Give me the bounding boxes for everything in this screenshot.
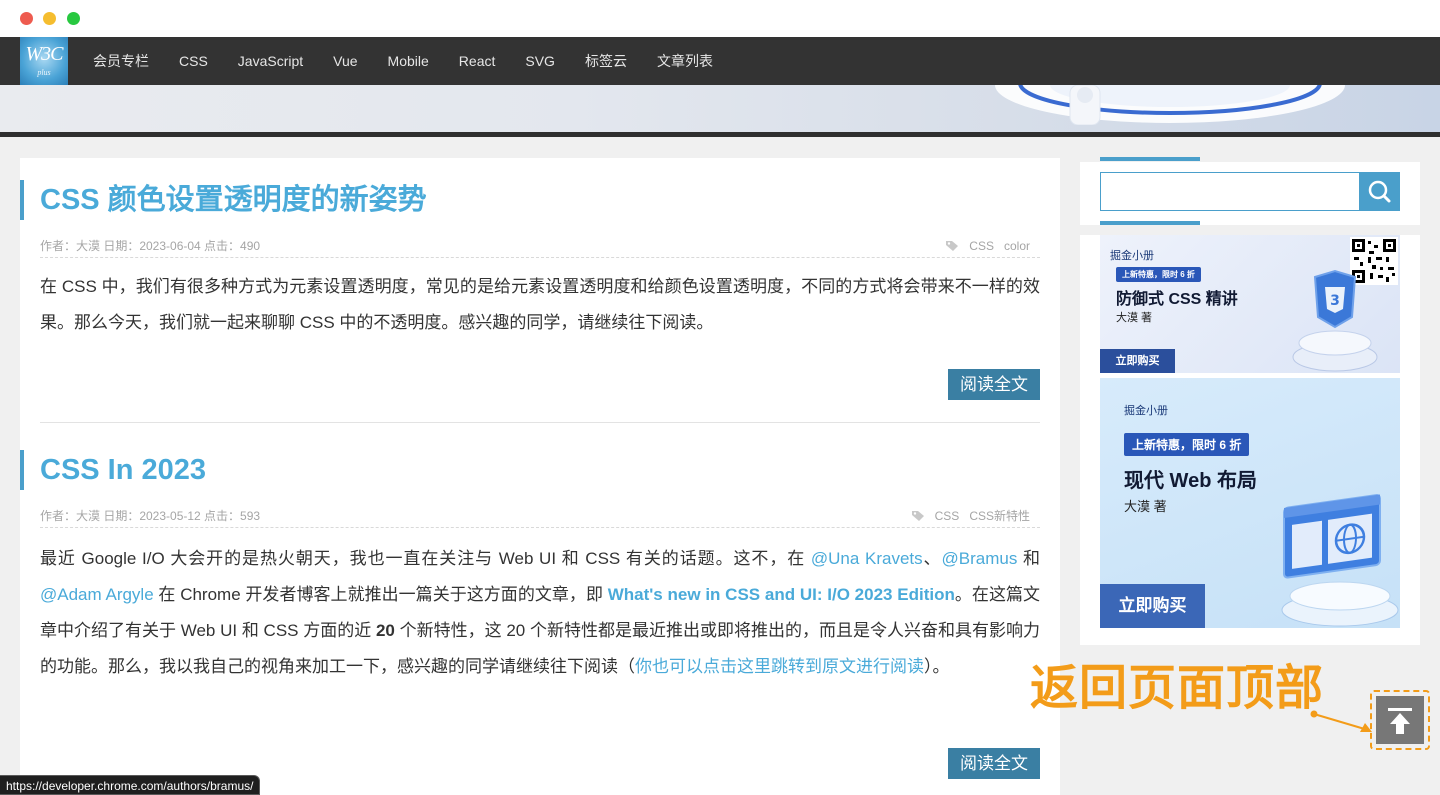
ad-banner-defensive-css[interactable]: 掘金小册 上新特惠，限时 6 折 防御式 CSS 精讲 大漠 著 3 立即购买 — [1100, 235, 1400, 373]
arrow-up-to-top-icon — [1388, 708, 1412, 734]
sidebar: 掘金小册 上新特惠，限时 6 折 防御式 CSS 精讲 大漠 著 3 立即购买 … — [1080, 157, 1420, 645]
minimize-window-button[interactable] — [43, 12, 56, 25]
search-button[interactable] — [1359, 172, 1399, 211]
ad-promo-badge: 上新特惠，限时 6 折 — [1116, 267, 1201, 282]
nav-item-members[interactable]: 会员专栏 — [78, 37, 164, 85]
excerpt-text: 在 Chrome 开发者博客上就推出一篇关于这方面的文章，即 — [153, 585, 608, 604]
article-title[interactable]: CSS In 2023 — [20, 450, 1060, 490]
ad-title: 防御式 CSS 精讲 — [1116, 291, 1238, 308]
nav-item-css[interactable]: CSS — [164, 37, 223, 85]
ad-buy-button[interactable]: 立即购买 — [1100, 584, 1205, 628]
original-article-link[interactable]: 你也可以点击这里跳转到原文进行阅读 — [635, 657, 924, 676]
web-layout-illustration-icon — [1281, 494, 1399, 627]
read-more-button[interactable]: 阅读全文 — [948, 369, 1040, 400]
search-icon — [1368, 180, 1391, 203]
article-tags: CSS color — [945, 236, 1030, 256]
ad-banner-modern-web-layout[interactable]: 掘金小册 上新特惠，限时 6 折 现代 Web 布局 大漠 著 立即购买 — [1100, 378, 1400, 628]
article-excerpt: 最近 Google I/O 大会开的是热火朝天，我也一直在关注与 Web UI … — [40, 541, 1040, 685]
tag-link[interactable]: CSS新特性 — [969, 506, 1030, 526]
css-shield-illustration-icon: 3 — [1292, 269, 1378, 372]
excerpt-text: 最近 Google I/O 大会开的是热火朝天，我也一直在关注与 Web UI … — [40, 549, 811, 568]
header-banner — [0, 85, 1440, 132]
nav-item-vue[interactable]: Vue — [318, 37, 372, 85]
author-link-bramus[interactable]: @Bramus — [942, 549, 1018, 568]
tag-icon — [946, 241, 959, 251]
banner-divider — [0, 132, 1440, 137]
nav-item-react[interactable]: React — [444, 37, 511, 85]
sidebar-accent-bar — [1100, 157, 1200, 161]
window-titlebar — [0, 0, 1440, 37]
author-link-una[interactable]: @Una Kravets — [811, 549, 923, 568]
feature-count: 20 — [375, 621, 395, 640]
nav-item-article-list[interactable]: 文章列表 — [642, 37, 728, 85]
article-meta: 作者：大漠 日期：2023-05-12 点击：593 CSS CSS新特性 — [40, 506, 1040, 528]
top-navigation: W3C plus 会员专栏 CSS JavaScript Vue Mobile … — [0, 37, 1440, 85]
excerpt-text: 和 — [1017, 549, 1040, 568]
nav-item-javascript[interactable]: JavaScript — [223, 37, 318, 85]
sidebar-gap — [1080, 225, 1420, 235]
article-excerpt: 在 CSS 中，我们有很多种方式为元素设置透明度，常见的是给元素设置透明度和给颜… — [40, 277, 1040, 332]
article-meta-text: 作者：大漠 日期：2023-05-12 点击：593 — [40, 509, 261, 523]
author-link-adam[interactable]: @Adam Argyle — [40, 585, 154, 604]
tag-icon — [911, 511, 924, 521]
tag-link[interactable]: color — [1004, 236, 1030, 256]
ad-promo-badge: 上新特惠，限时 6 折 — [1124, 433, 1250, 456]
ad-buy-button[interactable]: 立即购买 — [1100, 349, 1175, 373]
search-input[interactable] — [1101, 173, 1360, 210]
nav-menu: 会员专栏 CSS JavaScript Vue Mobile React SVG… — [78, 37, 728, 85]
ad-author: 大漠 著 — [1124, 499, 1167, 514]
tag-link[interactable]: CSS — [935, 506, 960, 526]
ad-brand: 掘金小册 — [1110, 250, 1154, 262]
search-form — [1100, 172, 1400, 211]
tag-link[interactable]: CSS — [969, 236, 994, 256]
status-bar-url: https://developer.chrome.com/authors/bra… — [0, 775, 261, 795]
article-meta: 作者：大漠 日期：2023-06-04 点击：490 CSS color — [40, 236, 1040, 258]
ad-brand: 掘金小册 — [1124, 405, 1168, 417]
excerpt-text: 、 — [922, 549, 942, 568]
banner-3d-decoration — [995, 85, 1345, 125]
article-tags: CSS CSS新特性 — [911, 506, 1030, 526]
logo-subtext: plus — [37, 68, 51, 77]
ad-title: 现代 Web 布局 — [1124, 470, 1257, 492]
svg-text:3: 3 — [1330, 293, 1340, 309]
article-title[interactable]: CSS 颜色设置透明度的新姿势 — [20, 180, 1060, 220]
nav-item-svg[interactable]: SVG — [510, 37, 570, 85]
logo-text: W3C — [25, 43, 64, 65]
back-to-top-highlight — [1370, 690, 1430, 750]
article-list: CSS 颜色设置透明度的新姿势 作者：大漠 日期：2023-06-04 点击：4… — [20, 158, 1060, 795]
back-to-top-button[interactable] — [1376, 696, 1424, 744]
maximize-window-button[interactable] — [67, 12, 80, 25]
close-window-button[interactable] — [20, 12, 33, 25]
back-to-top-annotation: 返回页面顶部 — [1030, 660, 1325, 716]
article-meta-text: 作者：大漠 日期：2023-06-04 点击：490 — [40, 239, 261, 253]
excerpt-text: ）。 — [924, 657, 950, 676]
read-more-button[interactable]: 阅读全文 — [948, 748, 1040, 779]
nav-item-tag-cloud[interactable]: 标签云 — [570, 37, 642, 85]
article-divider — [40, 422, 1040, 423]
site-logo[interactable]: W3C plus — [20, 37, 68, 85]
ad-author: 大漠 著 — [1116, 312, 1153, 324]
nav-item-mobile[interactable]: Mobile — [373, 37, 444, 85]
whats-new-link[interactable]: What's new in CSS and UI: I/O 2023 Editi… — [608, 585, 955, 604]
